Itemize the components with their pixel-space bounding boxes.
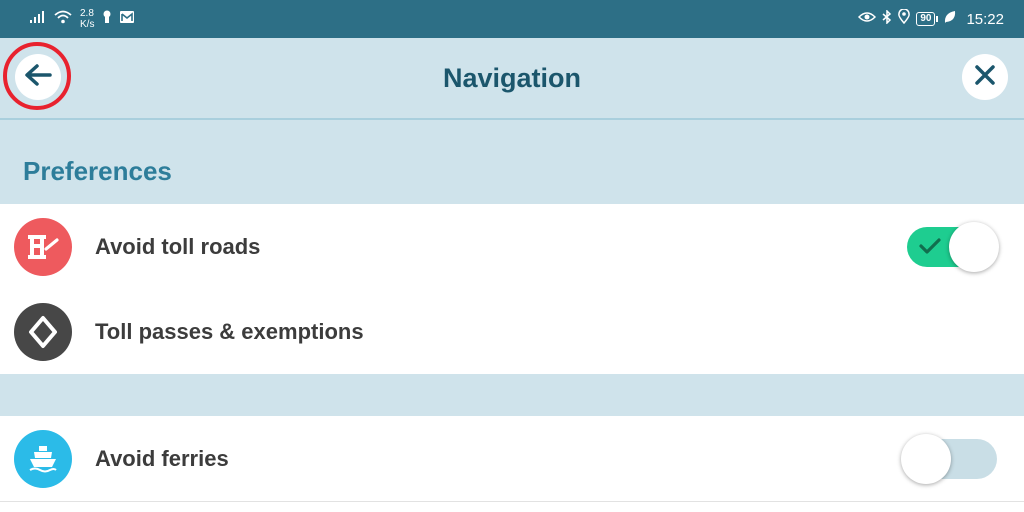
section-spacer: [0, 374, 1024, 416]
status-bar-left: 2.8 K/s: [30, 0, 135, 38]
toll-pass-diamond-icon: [14, 303, 72, 361]
setting-label: Toll passes & exemptions: [95, 319, 364, 344]
leaf-icon: [944, 10, 956, 29]
status-bar: 2.8 K/s 90 15:22: [0, 0, 1024, 38]
checkmark-icon: [919, 237, 941, 260]
section-header: Preferences: [0, 120, 1024, 204]
avoid-toll-roads-toggle[interactable]: [907, 222, 999, 272]
status-time: 15:22: [966, 10, 1004, 28]
bluetooth-icon: [882, 8, 892, 29]
setting-label: Avoid ferries: [95, 446, 229, 471]
setting-row-avoid-ferries[interactable]: Avoid ferries: [0, 416, 1024, 502]
close-button[interactable]: [962, 54, 1008, 100]
toggle-knob: [949, 222, 999, 272]
setting-row-toll-passes[interactable]: Toll passes & exemptions: [0, 289, 1024, 375]
close-icon: [974, 64, 996, 91]
setting-row-avoid-toll-roads[interactable]: Avoid toll roads: [0, 204, 1024, 290]
app-header: Navigation: [0, 38, 1024, 120]
toggle-knob: [901, 434, 951, 484]
status-bar-right: 90 15:22: [858, 0, 1004, 38]
network-speed-value: 2.8: [80, 8, 94, 19]
setting-label: Avoid toll roads: [95, 234, 261, 259]
back-button[interactable]: [15, 54, 61, 100]
arrow-left-icon: [24, 63, 52, 92]
location-icon: [898, 8, 911, 29]
battery-tip: [936, 16, 939, 22]
toll-gate-icon: [14, 218, 72, 276]
keyhole-icon: [102, 10, 112, 29]
network-speed: 2.8 K/s: [80, 8, 94, 30]
ferry-icon: [14, 430, 72, 488]
page-title: Navigation: [442, 63, 582, 93]
gmail-icon: [120, 10, 135, 28]
signal-icon: [30, 10, 46, 28]
battery-indicator: 90: [916, 12, 939, 26]
wifi-icon: [54, 10, 72, 29]
avoid-ferries-toggle[interactable]: [901, 434, 997, 484]
battery-level: 90: [916, 12, 936, 26]
network-speed-unit: K/s: [80, 19, 95, 30]
eye-icon: [858, 10, 877, 28]
section-title: Preferences: [23, 156, 172, 186]
